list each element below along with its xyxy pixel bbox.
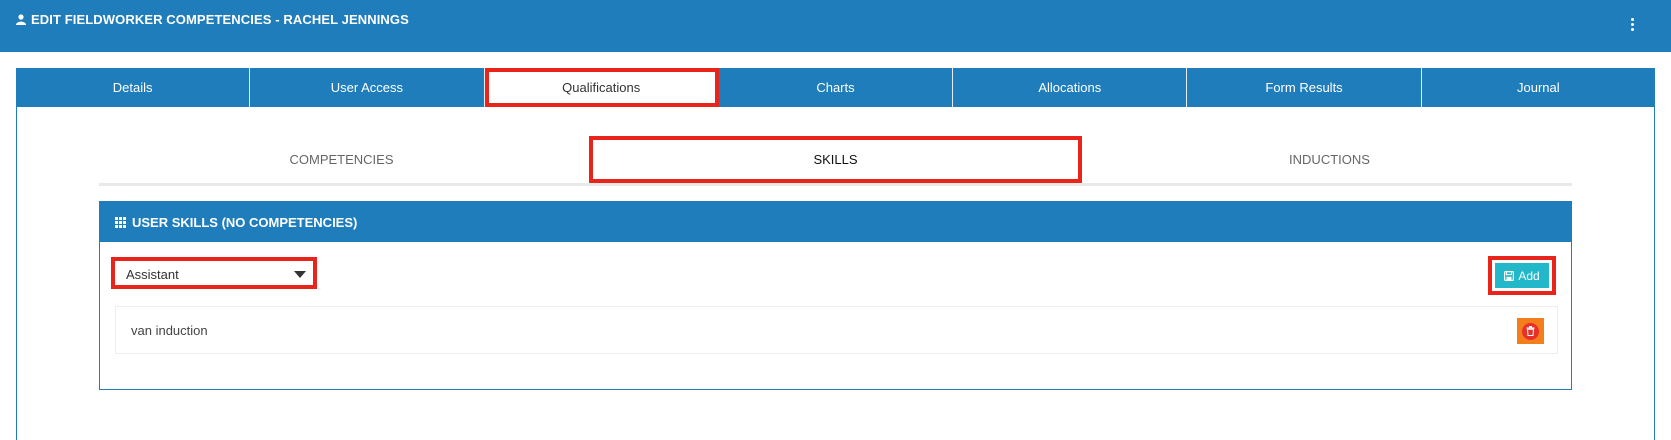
skill-select[interactable]: Assistant bbox=[111, 257, 317, 289]
tab-charts[interactable]: Charts bbox=[719, 68, 954, 107]
save-icon bbox=[1504, 270, 1515, 281]
add-button[interactable]: Add bbox=[1495, 263, 1549, 288]
kebab-menu-icon[interactable] bbox=[1627, 14, 1637, 34]
subtab-label: COMPETENCIES bbox=[289, 152, 394, 167]
skill-item-label: van induction bbox=[131, 322, 208, 338]
tab-label: Journal bbox=[1517, 80, 1560, 95]
user-skills-title: USER SKILLS (NO COMPETENCIES) bbox=[132, 214, 358, 230]
page-title: EDIT FIELDWORKER COMPETENCIES - RACHEL J… bbox=[16, 12, 409, 27]
add-button-highlight: Add bbox=[1488, 256, 1556, 295]
subtab-label: SKILLS bbox=[813, 152, 858, 167]
main-tabs: Details User Access Qualifications Chart… bbox=[16, 68, 1655, 107]
subtab-inductions[interactable]: INDUCTIONS bbox=[1087, 136, 1572, 183]
tab-label: Qualifications bbox=[562, 80, 641, 95]
tab-label: Form Results bbox=[1265, 80, 1343, 95]
user-icon bbox=[16, 14, 26, 25]
caret-down-icon bbox=[294, 271, 306, 278]
add-button-label: Add bbox=[1518, 268, 1540, 283]
tab-user-access[interactable]: User Access bbox=[250, 68, 485, 107]
list-item: van induction bbox=[115, 306, 1558, 354]
grid-icon bbox=[115, 216, 126, 228]
subtab-competencies[interactable]: COMPETENCIES bbox=[99, 136, 584, 183]
skill-select-value: Assistant bbox=[126, 267, 179, 282]
subtab-skills[interactable]: SKILLS bbox=[589, 136, 1082, 183]
tab-label: Charts bbox=[816, 80, 855, 95]
user-skills-panel: USER SKILLS (NO COMPETENCIES) Assistant … bbox=[99, 201, 1572, 390]
subtab-label: INDUCTIONS bbox=[1289, 152, 1370, 167]
tab-journal[interactable]: Journal bbox=[1422, 68, 1655, 107]
tab-label: Details bbox=[112, 80, 153, 95]
delete-button[interactable] bbox=[1517, 318, 1544, 344]
user-skills-header: USER SKILLS (NO COMPETENCIES) bbox=[100, 202, 1571, 242]
tab-form-results[interactable]: Form Results bbox=[1187, 68, 1422, 107]
page-header: EDIT FIELDWORKER COMPETENCIES - RACHEL J… bbox=[0, 0, 1671, 52]
tab-qualifications[interactable]: Qualifications bbox=[484, 68, 719, 107]
sub-tabs: COMPETENCIES SKILLS INDUCTIONS bbox=[99, 136, 1572, 186]
trash-icon bbox=[1522, 322, 1539, 340]
tab-label: User Access bbox=[330, 80, 404, 95]
tab-details[interactable]: Details bbox=[16, 68, 251, 107]
tab-label: Allocations bbox=[1038, 80, 1102, 95]
tab-allocations[interactable]: Allocations bbox=[953, 68, 1188, 107]
page-title-text: EDIT FIELDWORKER COMPETENCIES - RACHEL J… bbox=[31, 12, 409, 27]
